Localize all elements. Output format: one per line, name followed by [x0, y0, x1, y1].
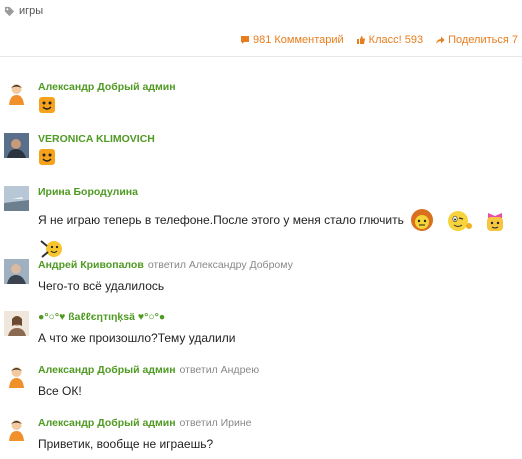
comment-icon [240, 36, 249, 44]
comments-button[interactable]: 981 Комментарий [240, 34, 344, 46]
topic-tag[interactable]: игры [4, 4, 43, 18]
girl-smiley-icon [486, 213, 503, 231]
comment-author[interactable]: VERONICA KLIMOVICH [38, 133, 155, 145]
comments-count: 981 Комментарий [252, 34, 344, 46]
comment-author[interactable]: Александр Добрый админ [38, 364, 176, 376]
comment-text: А что же произошло?Тему удалили [38, 331, 236, 345]
dancing-smiley-icon [40, 240, 62, 258]
reply-note[interactable]: ответил Андрею [180, 364, 260, 376]
comment-author[interactable]: ●°○°♥ ßаℓℓєηтιηķѕä ♥°○°● [38, 311, 165, 323]
reply-note[interactable]: ответил Александру Доброму [148, 259, 293, 271]
comment-author[interactable]: Андрей Кривопалов [38, 259, 144, 271]
avatar[interactable] [4, 311, 29, 336]
like-button[interactable]: Класс! 593 [356, 34, 423, 46]
post-actions: 981 Комментарий Класс! 593 Поделиться 7 [240, 34, 518, 46]
smiley-sticker-icon [39, 149, 55, 165]
tag-icon [4, 6, 15, 16]
topic-tag-label: игры [19, 5, 44, 17]
avatar[interactable] [4, 133, 29, 158]
curly-hair-smiley-icon [411, 209, 434, 231]
thumbs-up-icon [356, 36, 365, 44]
comment-author[interactable]: Александр Добрый админ [38, 81, 176, 93]
avatar[interactable] [4, 259, 29, 284]
share-icon [436, 36, 445, 44]
comment-text: Приветик, вообще не играешь? [38, 437, 214, 451]
comment-text: Я не играю теперь в телефоне.После этого… [38, 213, 404, 228]
wink-smiley-icon [447, 211, 472, 231]
comment-text: Чего-то всё удалилось [38, 279, 165, 293]
comment-text: Все ОК! [38, 384, 82, 398]
likes-count: Класс! 593 [368, 34, 424, 46]
comment-author[interactable]: Александр Добрый админ [38, 417, 176, 429]
avatar[interactable] [4, 186, 29, 211]
avatar[interactable] [4, 81, 29, 106]
share-button[interactable]: Поделиться 7 [435, 34, 518, 46]
smiley-sticker-icon [39, 97, 55, 113]
divider [0, 56, 522, 57]
avatar[interactable] [4, 364, 29, 389]
share-count: Поделиться 7 [448, 34, 518, 46]
avatar[interactable] [4, 417, 29, 442]
comment-author[interactable]: Ирина Бородулина [38, 186, 138, 198]
reply-note[interactable]: ответил Ирине [180, 417, 252, 429]
